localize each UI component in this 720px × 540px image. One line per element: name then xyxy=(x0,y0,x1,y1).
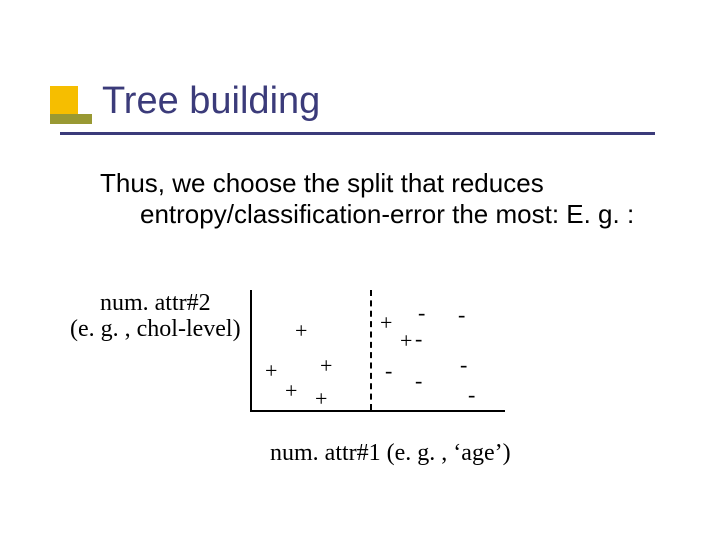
x-axis-label: num. attr#1 (e. g. , ‘age’) xyxy=(270,440,511,467)
body-text: Thus, we choose the split that reduces e… xyxy=(100,168,660,230)
y-axis-label: num. attr#2 (e. g. , chol-level) xyxy=(70,290,241,343)
body-line-2: entropy/classification-error the most: E… xyxy=(140,199,634,229)
point-minus: - xyxy=(468,384,475,406)
point-plus: + xyxy=(315,388,327,410)
point-minus: - xyxy=(458,304,465,326)
slide-title: Tree building xyxy=(102,82,320,120)
body-line-1: Thus, we choose the split that reduces xyxy=(100,168,544,198)
point-minus: - xyxy=(415,328,422,350)
ylabel-line-1: num. attr#2 xyxy=(70,290,241,316)
split-line xyxy=(370,290,372,410)
point-plus: + xyxy=(320,355,332,377)
point-plus: + xyxy=(295,320,307,342)
point-plus: + xyxy=(380,312,392,334)
point-minus: - xyxy=(385,360,392,382)
point-minus: - xyxy=(418,302,425,324)
x-axis xyxy=(250,410,505,412)
scatter-diagram: num. attr#2 (e. g. , chol-level) + + + +… xyxy=(60,290,540,430)
title-underline xyxy=(60,132,655,135)
y-axis xyxy=(250,290,252,410)
point-minus: - xyxy=(415,370,422,392)
point-plus: + xyxy=(400,330,412,352)
point-plus: + xyxy=(285,380,297,402)
title-block: Tree building xyxy=(98,82,320,120)
slide: Tree building Thus, we choose the split … xyxy=(0,0,720,540)
point-plus: + xyxy=(265,360,277,382)
point-minus: - xyxy=(460,354,467,376)
ylabel-line-2: (e. g. , chol-level) xyxy=(70,316,241,342)
